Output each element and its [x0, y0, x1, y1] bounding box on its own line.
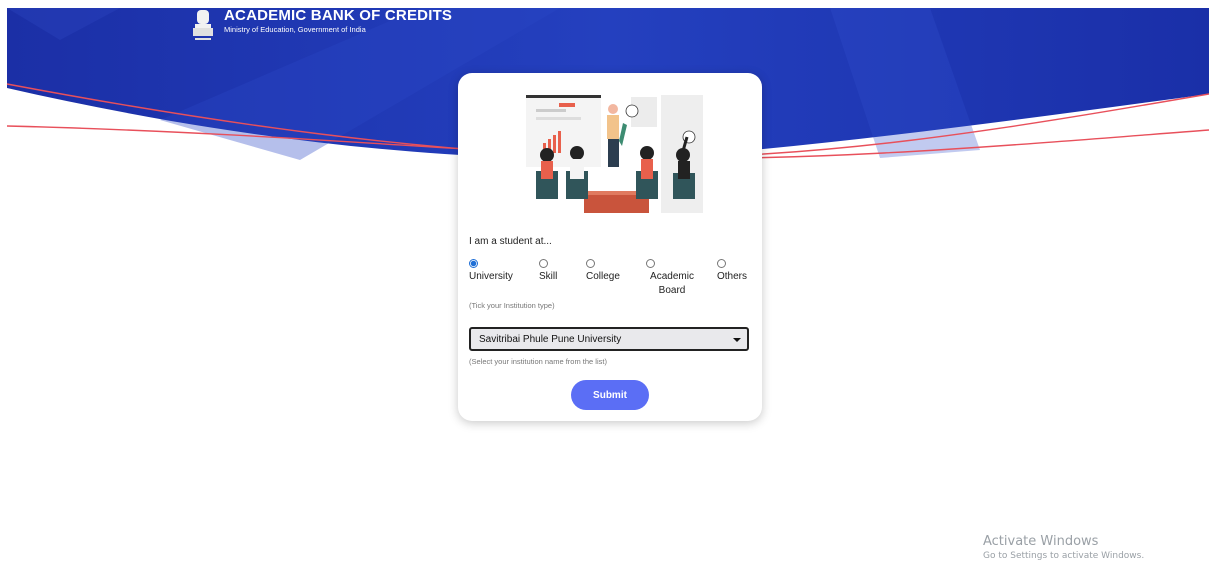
- radio-skill-label[interactable]: Skill: [539, 270, 557, 284]
- radio-others-circle[interactable]: [717, 259, 726, 268]
- question-label: I am a student at...: [469, 236, 552, 247]
- site-title: ACADEMIC BANK OF CREDITS: [224, 7, 453, 24]
- radio-academic-board-circle[interactable]: [646, 259, 655, 268]
- student-form-card: I am a student at... University Skill Co…: [458, 73, 762, 421]
- radio-others[interactable]: Others: [717, 259, 747, 284]
- activate-windows-title: Activate Windows: [983, 534, 1099, 549]
- national-emblem-icon: [193, 10, 213, 40]
- radio-academic-board-label[interactable]: Academic Board: [646, 270, 698, 298]
- classroom-presentation-illustration: [526, 95, 703, 213]
- institution-select[interactable]: Savitribai Phule Pune University: [469, 327, 749, 351]
- radio-university[interactable]: University: [469, 259, 513, 284]
- radio-skill[interactable]: Skill: [539, 259, 557, 284]
- activate-windows-watermark: Activate Windows Go to Settings to activ…: [983, 534, 1144, 561]
- submit-button[interactable]: Submit: [571, 380, 649, 410]
- radio-college[interactable]: College: [586, 259, 620, 284]
- institution-select-value[interactable]: Savitribai Phule Pune University: [479, 334, 621, 345]
- radio-university-circle[interactable]: [469, 259, 478, 268]
- brand: ACADEMIC BANK OF CREDITS Ministry of Edu…: [190, 8, 452, 42]
- radio-college-label[interactable]: College: [586, 270, 620, 284]
- institution-select-hint: (Select your institution name from the l…: [469, 357, 607, 366]
- radio-academic-board[interactable]: Academic Board: [646, 259, 698, 298]
- activate-windows-subtitle: Go to Settings to activate Windows.: [983, 551, 1145, 561]
- radio-skill-circle[interactable]: [539, 259, 548, 268]
- radio-university-label[interactable]: University: [469, 270, 513, 284]
- institution-type-group: University Skill College Academic Board …: [469, 259, 759, 299]
- radio-others-label[interactable]: Others: [717, 270, 747, 284]
- chevron-down-icon[interactable]: [733, 338, 741, 342]
- radio-college-circle[interactable]: [586, 259, 595, 268]
- institution-type-hint: (Tick your Institution type): [469, 301, 555, 310]
- site-subtitle: Ministry of Education, Government of Ind…: [224, 25, 366, 34]
